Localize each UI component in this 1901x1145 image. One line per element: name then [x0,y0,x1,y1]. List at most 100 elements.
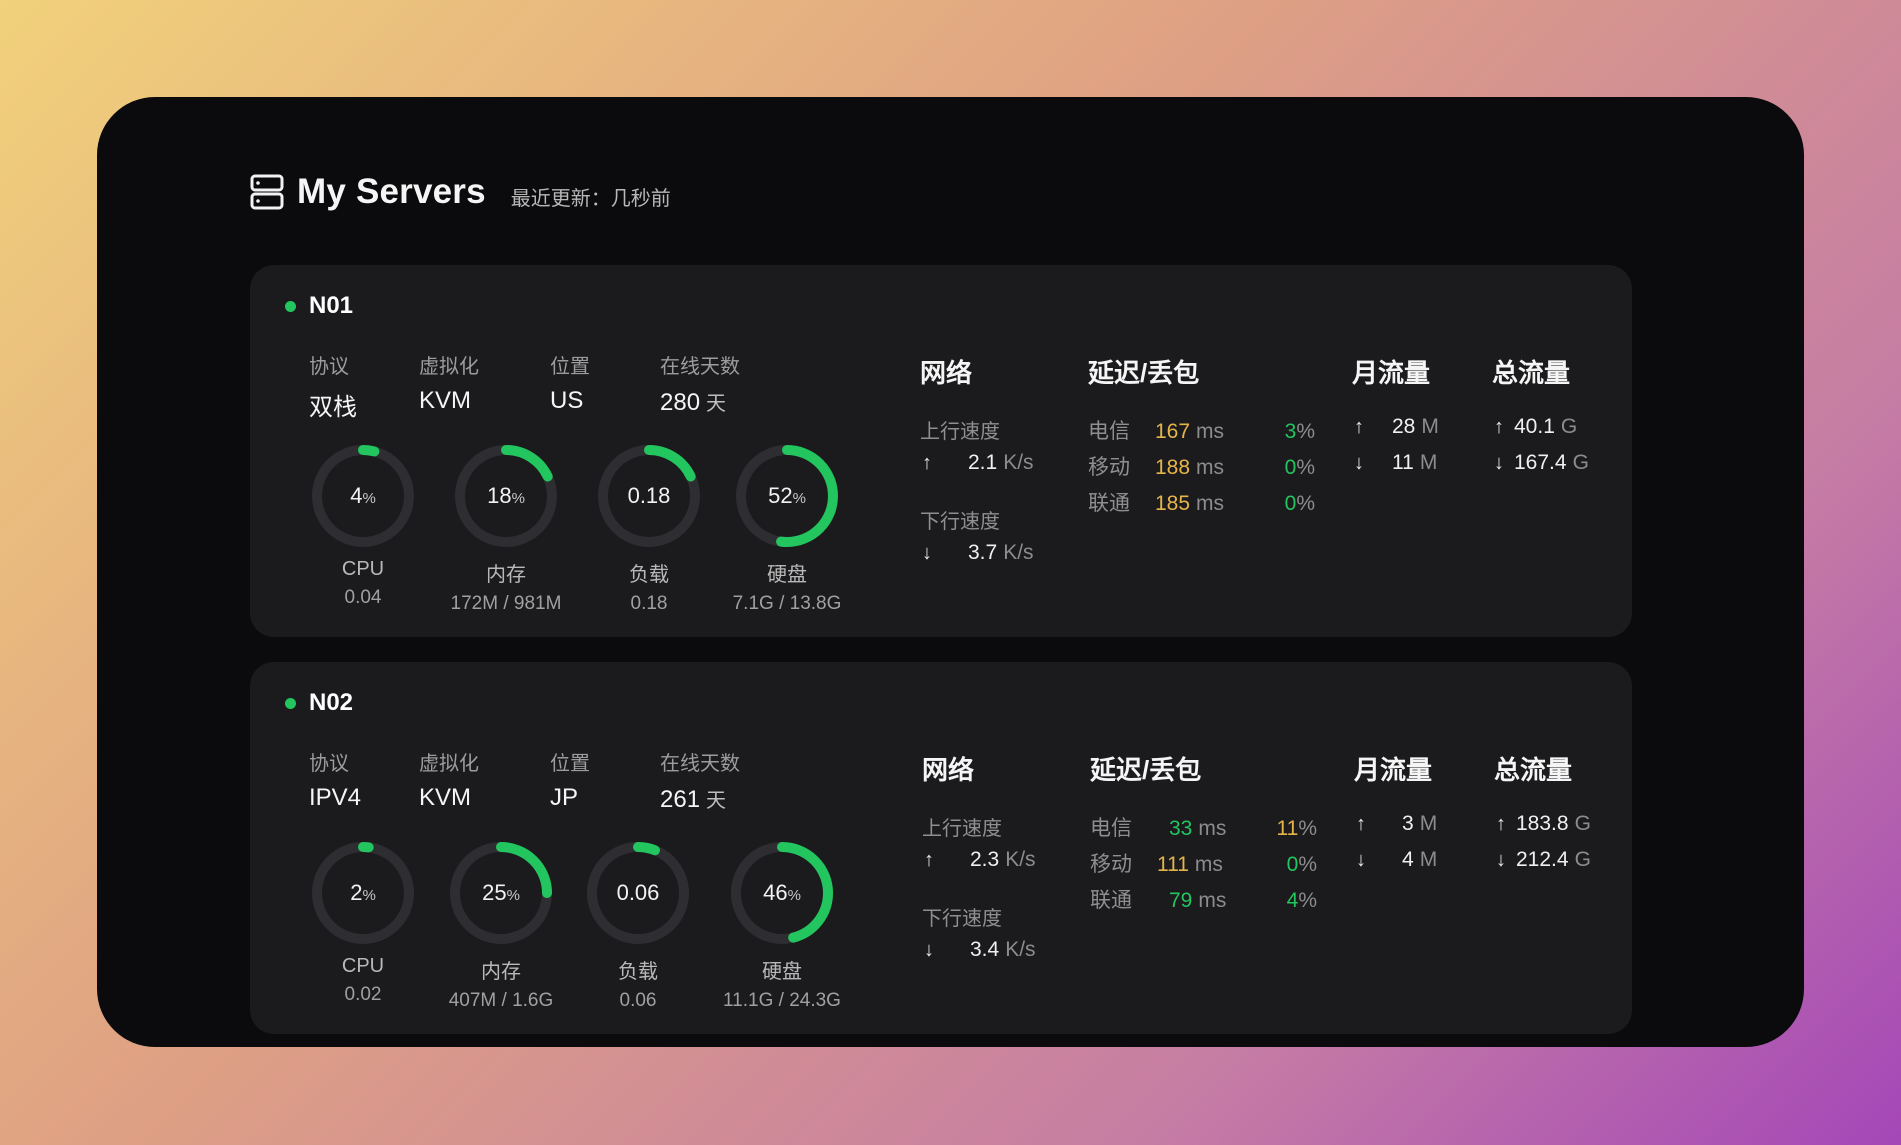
total-download: ↓ 212.4 G [1496,848,1591,872]
location-info: 位置 US [550,350,590,415]
uptime-days: 280 [660,389,701,416]
gauge-ring: 52% [736,445,838,547]
total-traffic-title: 总流量 [1494,755,1573,785]
gauge-detail: 0.18 [630,593,668,614]
memory-gauge: 18% 内存 172M / 981M [431,442,581,615]
online-status-dot [285,300,296,312]
cpu-gauge: 4% CPU 0.04 [288,442,438,609]
latency-unit: ms [1198,817,1227,840]
latency-ms: 79 [1169,889,1193,912]
download-speed-unit: K/s [1005,938,1036,961]
gauge-ring: 4% [312,445,414,547]
uptime-label: 在线天数 [660,753,740,775]
monthly-download-unit: M [1419,848,1438,871]
gauge-value: 18% [487,483,525,508]
virt-value: KVM [419,387,472,414]
monthly-upload-value: 3 [1402,812,1414,835]
monthly-upload-unit: M [1421,415,1439,438]
arrow-down-icon: ↓ [924,939,934,961]
packet-loss: 4 [1286,889,1299,912]
download-speed-value: 3.4 [970,938,1000,961]
protocol-value: IPV4 [309,784,362,811]
server-header: N01 [285,292,353,320]
disk-gauge: 52% 硬盘 7.1G / 13.8G [712,442,862,615]
uptime-value: 261 天 [660,784,740,814]
isp-label: 移动 [1090,853,1132,876]
cpu-gauge: 2% CPU 0.02 [288,839,438,1006]
monthly-traffic-title: 月流量 [1352,358,1431,388]
latency-unit: ms [1194,853,1223,876]
isp-label: 联通 [1090,889,1132,912]
server-card-n02[interactable]: N02 协议 IPV4 虚拟化 KVM 位置 JP 在线天数 261 天 2% CP… [250,662,1632,1034]
upload-speed-value: 2.3 [970,848,1000,871]
packet-loss-unit: % [1296,492,1315,515]
packet-loss-unit: % [1296,420,1315,443]
latency-row: 移动 188 ms 0% [1088,451,1315,481]
latency-ms: 185 [1155,492,1191,515]
gauge-detail: 0.04 [344,587,382,608]
server-icon [250,174,284,210]
latency-unit: ms [1196,420,1225,443]
total-download-value: 167.4 [1514,451,1567,474]
arrow-down-icon: ↓ [1354,452,1364,474]
download-speed-label: 下行速度 [922,908,1002,930]
upload-speed: ↑ 2.1 K/s [922,451,1034,475]
gauge-detail: 0.02 [344,984,382,1005]
uptime-days: 261 [660,786,701,813]
location-value: JP [550,784,579,811]
monthly-download-unit: M [1419,451,1438,474]
gauge-label: 硬盘 [762,961,802,983]
arrow-up-icon: ↑ [1356,813,1366,835]
gauge-detail: 0.06 [619,990,657,1011]
download-speed: ↓ 3.7 K/s [922,541,1034,565]
gauge-ring: 0.06 [587,842,689,944]
total-download-unit: G [1572,451,1589,474]
total-upload: ↑ 183.8 G [1496,812,1591,836]
upload-speed-value: 2.1 [968,451,998,474]
packet-loss-unit: % [1298,853,1317,876]
gauge-ring: 0.18 [598,445,700,547]
isp-label: 电信 [1088,420,1130,443]
uptime-info: 在线天数 261 天 [660,747,740,814]
monthly-download-value: 4 [1402,848,1414,871]
isp-label: 电信 [1090,817,1132,840]
latency-row: 电信 167 ms 3% [1088,415,1315,445]
latency-ms: 188 [1155,456,1191,479]
uptime-info: 在线天数 280 天 [660,350,740,417]
gauge-detail: 11.1G / 24.3G [723,990,841,1011]
protocol-label: 协议 [309,356,349,378]
total-upload-unit: G [1574,812,1591,835]
upload-speed-label: 上行速度 [920,421,1000,443]
monthly-traffic-title: 月流量 [1354,755,1433,785]
total-upload-unit: G [1560,415,1578,438]
total-upload-value: 183.8 [1516,812,1569,835]
server-card-n01[interactable]: N01 协议 双栈 虚拟化 KVM 位置 US 在线天数 280 天 4% CPU 0… [250,265,1632,637]
monthly-upload: ↑ 28 M [1354,415,1439,439]
gauge-detail: 407M / 1.6G [448,990,554,1011]
monthly-download: ↓ 11 M [1354,451,1437,475]
network-title: 网络 [920,358,973,388]
packet-loss: 0 [1286,853,1299,876]
packet-loss: 3 [1284,420,1297,443]
upload-speed: ↑ 2.3 K/s [924,848,1036,872]
arrow-down-icon: ↓ [1496,849,1506,871]
gauge-value: 46% [763,880,801,905]
latency-row: 联通 185 ms 0% [1088,487,1315,517]
load-gauge: 0.18 负载 0.18 [574,442,724,615]
packet-loss-unit: % [1298,889,1317,912]
total-upload-value: 40.1 [1514,415,1555,438]
protocol-info: 协议 IPV4 [309,747,361,812]
gauge-label: 负载 [618,961,658,983]
latency-unit: ms [1198,889,1227,912]
app-window: My Servers 最近更新：几秒前 N01 协议 双栈 虚拟化 KVM 位置… [97,97,1804,1047]
load-gauge: 0.06 负载 0.06 [563,839,713,1012]
virt-label: 虚拟化 [419,356,479,378]
online-status-dot [285,697,296,709]
server-header: N02 [285,689,353,717]
latency-unit: ms [1196,492,1225,515]
gauge-label: 负载 [629,564,669,586]
monthly-upload-unit: M [1419,812,1438,835]
total-download-value: 212.4 [1516,848,1569,871]
latency-row: 电信 33 ms 11% [1090,812,1317,842]
total-traffic-title: 总流量 [1492,358,1571,388]
